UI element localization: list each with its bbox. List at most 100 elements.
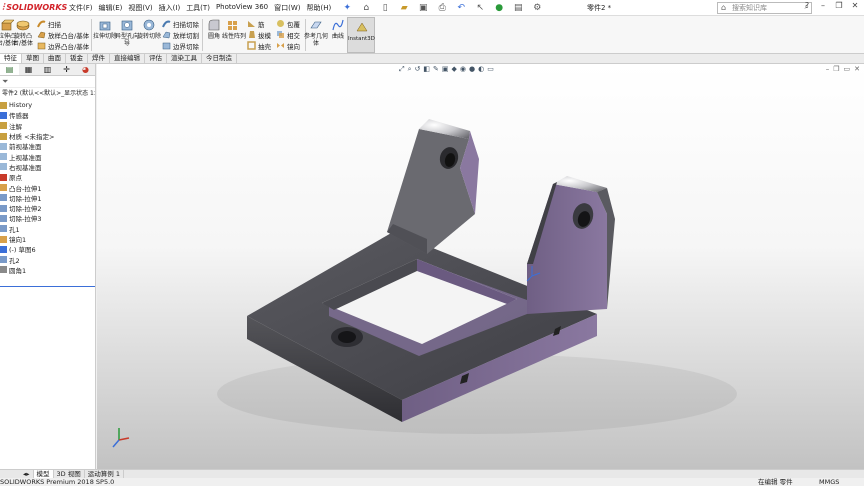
- options-gear-icon[interactable]: ⚙: [528, 1, 546, 14]
- status-version: SOLIDWORKS Premium 2018 SP5.0: [0, 478, 115, 486]
- dimxpert-tab-icon[interactable]: ✛: [57, 64, 76, 75]
- rebuild-icon[interactable]: ●: [490, 1, 508, 14]
- graphics-viewport[interactable]: ⤢ ⌕ ↺ ◧ ✎ ▣ ◆ ◉ ● ◐ ▭ – ❐ ▭ ✕: [97, 64, 864, 469]
- tab-motion-study[interactable]: 运动算例 1: [85, 470, 124, 478]
- app-logo[interactable]: ⫶ SOLIDWORKS: [0, 2, 67, 13]
- tab-evaluate[interactable]: 评估: [145, 54, 167, 63]
- swept-cut-icon: [162, 20, 171, 28]
- lofted-cut-button[interactable]: 放样切割: [162, 29, 199, 40]
- print-icon[interactable]: ⎙: [433, 1, 451, 14]
- material-icon: [0, 132, 7, 140]
- tab-manufacturing[interactable]: 今日制造: [202, 54, 237, 63]
- display-manager-tab-icon[interactable]: ◕: [76, 64, 95, 75]
- tab-3d-views[interactable]: 3D 视图: [54, 470, 85, 478]
- tree-root-part[interactable]: 零件2 (默认<<默认>_显示状态 1>): [0, 88, 95, 100]
- tab-features[interactable]: 特征: [0, 54, 22, 63]
- title-bar: ⫶ SOLIDWORKS 文件(F) 编辑(E) 视图(V) 插入(I) 工具(…: [0, 0, 864, 16]
- menu-insert[interactable]: 插入(I): [156, 3, 184, 13]
- tab-weldments[interactable]: 焊件: [88, 54, 110, 63]
- part-model[interactable]: [97, 64, 864, 469]
- status-edit-mode: 在编辑 零件: [758, 478, 793, 486]
- menu-photoview[interactable]: PhotoView 360: [213, 3, 271, 13]
- tree-item[interactable]: 孔2: [0, 254, 95, 265]
- feature-tree-tab-icon[interactable]: ▤: [0, 64, 19, 75]
- revolve-cut-icon: [143, 19, 155, 31]
- menu-file[interactable]: 文件(F): [66, 3, 96, 13]
- tree-filter-bar[interactable]: ⏷: [0, 76, 95, 88]
- rib-button[interactable]: 筋: [247, 18, 265, 29]
- tree-item[interactable]: (-) 草图6: [0, 244, 95, 254]
- mirror-button[interactable]: 镜向: [276, 40, 300, 51]
- draft-button[interactable]: 拔模: [247, 29, 271, 40]
- tree-item[interactable]: 切除-拉伸2: [0, 203, 95, 213]
- wrap-button[interactable]: 包覆: [276, 18, 300, 29]
- tree-item[interactable]: 切除-拉伸3: [0, 213, 95, 223]
- undo-icon[interactable]: ↶: [452, 1, 470, 14]
- menu-edit[interactable]: 编辑(E): [96, 3, 126, 13]
- tab-sketch[interactable]: 草图: [22, 54, 44, 63]
- tree-item[interactable]: 传感器: [0, 110, 95, 120]
- revolve-cut-button[interactable]: 旋转切除: [136, 18, 162, 40]
- open-folder-icon[interactable]: ▰: [395, 1, 413, 14]
- home-icon[interactable]: ⌂: [357, 1, 375, 14]
- tree-item[interactable]: 镜向1: [0, 234, 95, 244]
- boundary-boss-button[interactable]: 边界凸台/基体: [37, 40, 89, 51]
- tab-surfaces[interactable]: 曲面: [44, 54, 66, 63]
- nav-arrows-icon[interactable]: ◂▸: [20, 470, 34, 478]
- tree-item[interactable]: 原点: [0, 172, 95, 182]
- shell-button[interactable]: 抽壳: [247, 40, 271, 51]
- menu-help[interactable]: 帮助(H): [304, 3, 335, 13]
- revolve-cut-label: 旋转切除: [136, 33, 161, 40]
- save-icon[interactable]: ▣: [414, 1, 432, 14]
- tree-item[interactable]: 孔1: [0, 224, 95, 234]
- menu-window[interactable]: 窗口(W): [271, 3, 303, 13]
- intersect-button[interactable]: 相交: [276, 29, 300, 40]
- file-properties-icon[interactable]: ▤: [509, 1, 527, 14]
- swept-cut-button[interactable]: 扫描切除: [162, 18, 199, 29]
- menu-tools[interactable]: 工具(T): [183, 3, 213, 13]
- configuration-tab-icon[interactable]: ▥: [38, 64, 57, 75]
- instant3d-label: Instant3D: [348, 36, 375, 42]
- wrap-icon: [277, 20, 284, 27]
- tree-item[interactable]: 前视基准面: [0, 141, 95, 151]
- sweep-button[interactable]: 扫描: [37, 18, 61, 29]
- revolve-boss-button[interactable]: 旋转凸台/基体: [10, 18, 36, 47]
- tab-sheet-metal[interactable]: 钣金: [66, 54, 88, 63]
- search-input[interactable]: ⌂ 搜索知识库 ⌕: [717, 2, 812, 14]
- tree-item[interactable]: 圆角1: [0, 265, 95, 275]
- minimize-icon[interactable]: –: [816, 1, 830, 10]
- tree-item[interactable]: 切除-拉伸1: [0, 193, 95, 203]
- property-manager-tab-icon[interactable]: ▦: [19, 64, 38, 75]
- curves-label: 曲线: [331, 33, 344, 40]
- filter-icon[interactable]: ⏷: [2, 77, 8, 87]
- reference-triad[interactable]: [112, 428, 130, 448]
- tab-model[interactable]: 模型: [33, 470, 54, 478]
- help-question-icon[interactable]: ?: [800, 1, 814, 10]
- new-document-icon[interactable]: ▯: [376, 1, 394, 14]
- plane-icon: [0, 163, 7, 171]
- tab-direct-editing[interactable]: 直接编辑: [110, 54, 145, 63]
- close-icon[interactable]: ✕: [848, 1, 862, 10]
- tree-item[interactable]: 注解: [0, 121, 95, 131]
- pin-icon[interactable]: ✦: [338, 1, 356, 14]
- tree-item[interactable]: 右视基准面: [0, 162, 95, 172]
- select-cursor-icon[interactable]: ↖: [471, 1, 489, 14]
- rollback-bar[interactable]: [0, 286, 95, 287]
- wrap-label: 包覆: [287, 20, 300, 29]
- instant3d-button[interactable]: Instant3D: [347, 17, 375, 53]
- boundary-cut-button[interactable]: 边界切除: [162, 40, 199, 51]
- tree-item[interactable]: 材质 <未指定>: [0, 131, 95, 141]
- status-units[interactable]: MMGS: [819, 478, 839, 486]
- restore-icon[interactable]: ❐: [832, 1, 846, 10]
- tab-render-tools[interactable]: 渲染工具: [167, 54, 202, 63]
- loft-button[interactable]: 放样凸台/基体: [37, 29, 89, 40]
- linear-pattern-button[interactable]: 线性阵列: [221, 18, 247, 40]
- menu-view[interactable]: 视图(V): [125, 3, 155, 13]
- ds-logo-icon: ⫶: [2, 2, 5, 13]
- tree-item[interactable]: 凸台-拉伸1: [0, 182, 95, 193]
- tree-item[interactable]: 上视基准面: [0, 151, 95, 162]
- tree-item[interactable]: History: [0, 100, 95, 110]
- fillet-label: 圆角: [207, 33, 220, 40]
- plane-icon: [0, 142, 7, 150]
- swept-cut-label: 扫描切除: [173, 20, 199, 29]
